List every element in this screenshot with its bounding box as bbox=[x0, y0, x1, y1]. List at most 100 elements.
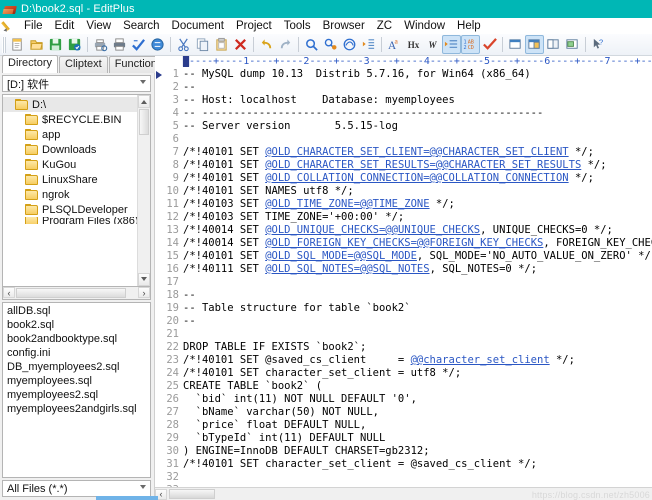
list-item[interactable]: myemployees.sql bbox=[5, 374, 150, 388]
list-item[interactable]: myemployees2andgirls.sql bbox=[5, 402, 150, 416]
menu-item-view[interactable]: View bbox=[80, 18, 117, 34]
file-list[interactable]: allDB.sql book2.sql book2andbooktype.sql… bbox=[2, 302, 151, 479]
tree-item-ngrok[interactable]: ngrok bbox=[3, 187, 150, 202]
copy-icon[interactable] bbox=[193, 35, 212, 54]
tree-item-app[interactable]: app bbox=[3, 127, 150, 142]
tab-directory[interactable]: Directory bbox=[2, 55, 58, 73]
editor-body[interactable]: 1234567891011121314151617181920212223242… bbox=[155, 68, 652, 487]
window-tile-horizontal-icon[interactable] bbox=[525, 35, 544, 54]
save-all-icon[interactable] bbox=[65, 35, 84, 54]
indent-icon[interactable] bbox=[359, 35, 378, 54]
sql-variable-link[interactable]: @OLD_FOREIGN_KEY_CHECKS=@@FOREIGN_KEY_CH… bbox=[265, 237, 543, 249]
code-line: -- MySQL dump 10.13 Distrib 5.7.16, for … bbox=[183, 68, 652, 81]
scroll-thumb[interactable] bbox=[169, 489, 215, 499]
tree-item-linuxshare[interactable]: LinuxShare bbox=[3, 172, 150, 187]
window-tile-vertical-icon[interactable] bbox=[544, 35, 563, 54]
scroll-up-icon[interactable] bbox=[138, 95, 150, 108]
line-number: 23 bbox=[155, 354, 183, 367]
list-item[interactable]: DB_myemployees2.sql bbox=[5, 360, 150, 374]
list-item[interactable]: book2.sql bbox=[5, 318, 150, 332]
code-line: /*!40103 SET TIME_ZONE='+00:00' */; bbox=[183, 211, 652, 224]
sql-variable-link[interactable]: @OLD_SQL_NOTES=@@SQL_NOTES bbox=[265, 263, 429, 275]
new-document-icon[interactable] bbox=[8, 35, 27, 54]
directory-tree[interactable]: D:\ $RECYCLE.BIN app bbox=[2, 94, 151, 287]
sql-variable-link[interactable]: @OLD_CHARACTER_SET_CLIENT=@@CHARACTER_SE… bbox=[265, 146, 568, 158]
spell-check-icon[interactable] bbox=[129, 35, 148, 54]
line-number: 26 bbox=[155, 393, 183, 406]
tree-item-kugou[interactable]: KuGou bbox=[3, 157, 150, 172]
list-item[interactable]: book2andbooktype.sql bbox=[5, 332, 150, 346]
window-cascade-icon[interactable] bbox=[506, 35, 525, 54]
scroll-down-icon[interactable] bbox=[138, 273, 150, 286]
file-filter-select[interactable]: All Files (*.*) bbox=[2, 480, 151, 497]
line-number: 20 bbox=[155, 315, 183, 328]
check-mark-icon[interactable] bbox=[480, 35, 499, 54]
find-replace-icon[interactable] bbox=[321, 35, 340, 54]
tree-item-root[interactable]: D:\ bbox=[3, 97, 150, 112]
menu-item-window[interactable]: Window bbox=[398, 18, 451, 34]
tree-item-downloads[interactable]: Downloads bbox=[3, 142, 150, 157]
menu-item-project[interactable]: Project bbox=[230, 18, 278, 34]
sql-variable-link[interactable]: @OLD_CHARACTER_SET_RESULTS=@@CHARACTER_S… bbox=[265, 159, 581, 171]
help-context-icon[interactable]: ? bbox=[589, 35, 608, 54]
menu-item-tools[interactable]: Tools bbox=[278, 18, 317, 34]
drive-select[interactable]: [D:] 软件 bbox=[2, 75, 151, 92]
tree-vertical-scrollbar[interactable] bbox=[137, 95, 150, 286]
print-preview-icon[interactable] bbox=[91, 35, 110, 54]
hex-view-icon[interactable]: Hx bbox=[404, 35, 423, 54]
menu-item-help[interactable]: Help bbox=[451, 18, 487, 34]
editor-horizontal-scrollbar[interactable]: ‹ bbox=[155, 487, 652, 500]
goto-icon[interactable] bbox=[340, 35, 359, 54]
print-icon[interactable] bbox=[110, 35, 129, 54]
font-icon[interactable]: Aa bbox=[385, 35, 404, 54]
save-file-icon[interactable] bbox=[46, 35, 65, 54]
line-number: 12 bbox=[155, 211, 183, 224]
drive-select-value: [D:] 软件 bbox=[7, 76, 49, 92]
open-file-icon[interactable] bbox=[27, 35, 46, 54]
menu-item-file[interactable]: File bbox=[18, 18, 49, 34]
sql-variable-link[interactable]: @@character_set_client bbox=[411, 354, 550, 366]
scroll-left-icon[interactable]: ‹ bbox=[3, 287, 15, 298]
paste-icon[interactable] bbox=[212, 35, 231, 54]
code-text-area[interactable]: -- MySQL dump 10.13 Distrib 5.7.16, for … bbox=[183, 68, 652, 487]
scroll-right-icon[interactable]: › bbox=[138, 287, 150, 298]
view-in-browser-icon[interactable] bbox=[148, 35, 167, 54]
align-text-icon[interactable] bbox=[442, 35, 461, 54]
menu-item-search[interactable]: Search bbox=[117, 18, 165, 34]
cut-icon[interactable] bbox=[174, 35, 193, 54]
svg-text:2: 2 bbox=[463, 45, 466, 51]
toolbar-grip[interactable] bbox=[2, 37, 6, 53]
tree-item-programfiles[interactable]: Program Files (x86) bbox=[3, 217, 150, 224]
tab-cliptext[interactable]: Cliptext bbox=[59, 56, 108, 73]
sql-variable-link[interactable]: @OLD_SQL_MODE=@@SQL_MODE bbox=[265, 250, 417, 262]
menu-item-zc[interactable]: ZC bbox=[371, 18, 398, 34]
undo-icon[interactable] bbox=[257, 35, 276, 54]
window-arrange-icon[interactable] bbox=[563, 35, 582, 54]
list-item[interactable]: allDB.sql bbox=[5, 304, 150, 318]
redo-icon[interactable] bbox=[276, 35, 295, 54]
menu-item-edit[interactable]: Edit bbox=[49, 18, 81, 34]
word-wrap-icon[interactable]: W bbox=[423, 35, 442, 54]
scroll-thumb[interactable] bbox=[139, 109, 149, 135]
tree-horizontal-scrollbar[interactable]: ‹ › bbox=[2, 287, 151, 300]
line-number: 5 bbox=[155, 120, 183, 133]
tree-item-recyclebin[interactable]: $RECYCLE.BIN bbox=[3, 112, 150, 127]
menu-item-browser[interactable]: Browser bbox=[317, 18, 371, 34]
code-line bbox=[183, 328, 652, 341]
sql-variable-link[interactable]: @OLD_UNIQUE_CHECKS=@@UNIQUE_CHECKS bbox=[265, 224, 480, 236]
line-number: 27 bbox=[155, 406, 183, 419]
list-item[interactable]: config.ini bbox=[5, 346, 150, 360]
line-numbers-icon[interactable]: 12ABCD bbox=[461, 35, 480, 54]
menu-item-document[interactable]: Document bbox=[166, 18, 230, 34]
line-number: 1 bbox=[155, 68, 183, 81]
sql-variable-link[interactable]: @OLD_COLLATION_CONNECTION=@@COLLATION_CO… bbox=[265, 172, 568, 184]
scroll-thumb[interactable] bbox=[16, 288, 126, 298]
tree-item-plsqldeveloper[interactable]: PLSQLDeveloper bbox=[3, 202, 150, 217]
line-number: 18 bbox=[155, 289, 183, 302]
code-line: /*!40101 SET @OLD_CHARACTER_SET_RESULTS=… bbox=[183, 159, 652, 172]
list-item[interactable]: myemployees2.sql bbox=[5, 388, 150, 402]
folder-icon bbox=[25, 204, 38, 215]
sql-variable-link[interactable]: @OLD_TIME_ZONE=@@TIME_ZONE bbox=[265, 198, 429, 210]
delete-icon[interactable] bbox=[231, 35, 250, 54]
find-icon[interactable] bbox=[302, 35, 321, 54]
